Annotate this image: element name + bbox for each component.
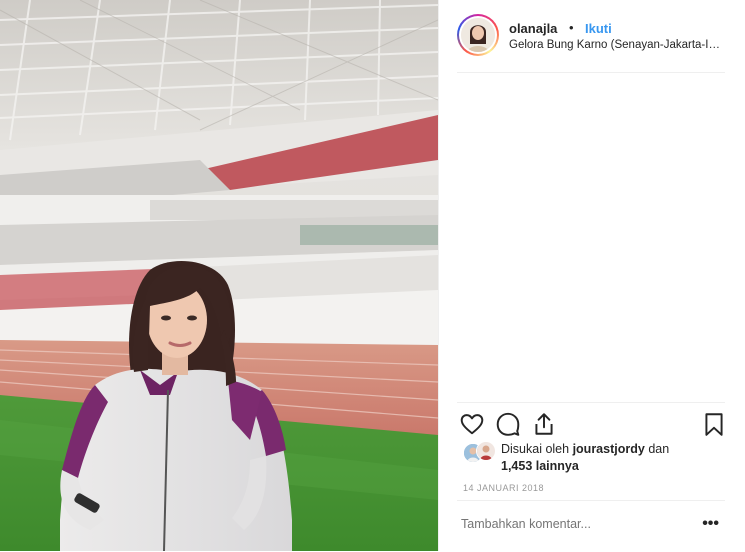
comment-icon[interactable]	[495, 411, 521, 437]
location-link[interactable]: Gelora Bung Karno (Senayan-Jakarta-Indo.…	[509, 39, 725, 51]
follow-button[interactable]: Ikuti	[585, 21, 612, 36]
likes-count-line: 1,453 lainnya	[501, 459, 579, 473]
share-icon[interactable]	[531, 411, 557, 437]
likes-count-link[interactable]: 1,453 lainnya	[501, 459, 579, 473]
username-link[interactable]: olanajla	[509, 21, 557, 36]
liked-joiner: dan	[648, 442, 670, 456]
liked-by-user-link[interactable]: jourastjordy	[573, 442, 645, 456]
bookmark-icon[interactable]	[701, 411, 727, 437]
heart-icon[interactable]	[459, 411, 485, 437]
avatar-image	[461, 18, 495, 52]
liker-avatar[interactable]	[476, 441, 496, 461]
profile-avatar[interactable]	[457, 14, 499, 56]
comment-section: •••	[457, 500, 725, 552]
action-bar	[457, 402, 725, 443]
stadium-photo	[0, 0, 438, 551]
post-photo[interactable]	[0, 0, 438, 551]
liked-prefix: Disukai oleh	[501, 442, 570, 456]
more-options-icon[interactable]: •••	[702, 515, 719, 533]
comment-input[interactable]	[461, 517, 681, 531]
post-side-panel: olanajla • Ikuti Gelora Bung Karno (Sena…	[438, 0, 745, 551]
post-header: olanajla • Ikuti Gelora Bung Karno (Sena…	[457, 14, 725, 73]
likes-summary: Disukai oleh jourastjordy dan 1,453 lain…	[463, 441, 723, 477]
liked-by-text: Disukai oleh jourastjordy dan	[501, 442, 669, 456]
separator-dot: •	[569, 20, 574, 35]
post-date[interactable]: 14 JANUARI 2018	[463, 483, 544, 493]
